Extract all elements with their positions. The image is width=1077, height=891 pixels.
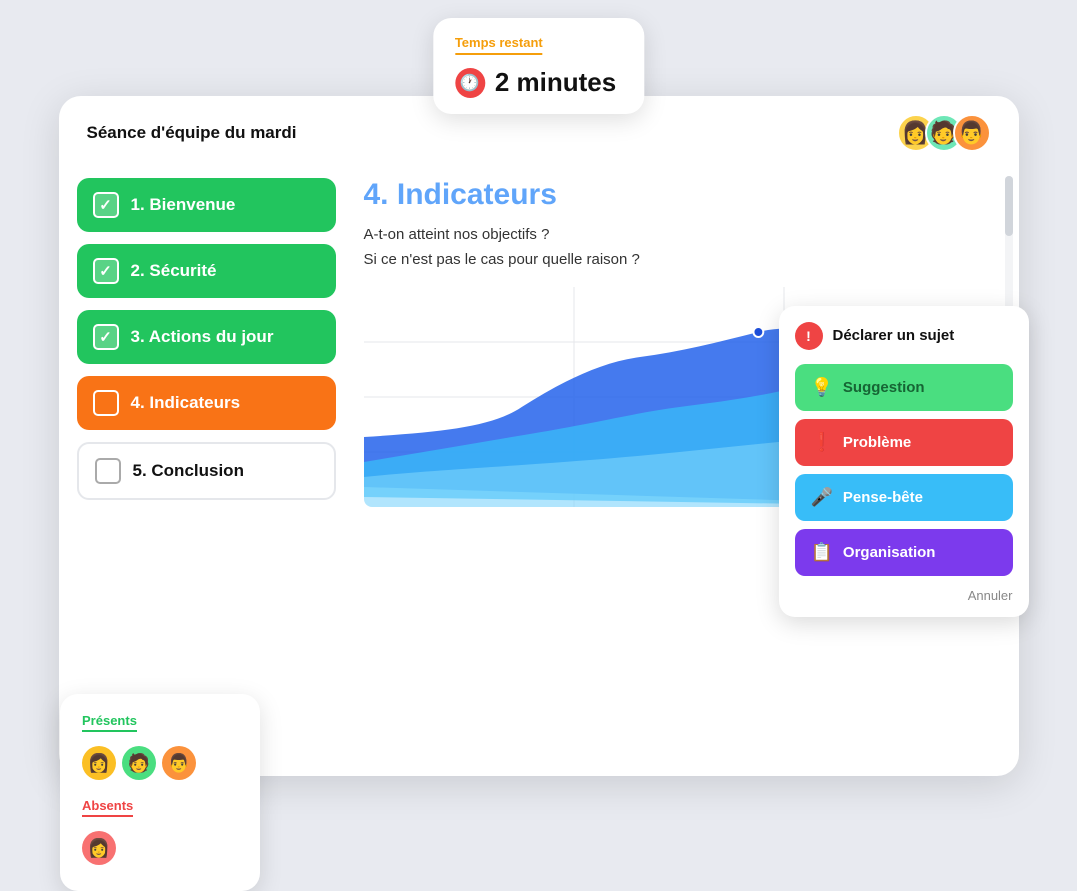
cancel-button[interactable]: Annuler <box>795 584 1013 603</box>
declare-icon: ! <box>795 322 823 350</box>
agenda-item-5[interactable]: 5. Conclusion <box>77 442 336 500</box>
timer-popup: Temps restant 🕐 2 minutes <box>433 18 644 114</box>
attendee-absent-row: 👩 <box>82 831 238 865</box>
avatar-present-2: 🧑 <box>122 746 156 780</box>
probleme-label: Problème <box>843 434 911 451</box>
organisation-button[interactable]: 📋 Organisation <box>795 529 1013 576</box>
declare-header: ! Déclarer un sujet <box>795 322 1013 350</box>
probleme-icon: ❗ <box>811 432 833 453</box>
avatar-present-3: 👨 <box>162 746 196 780</box>
agenda-label-3: 3. Actions du jour <box>131 327 274 347</box>
pensebete-icon: 🎤 <box>811 487 833 508</box>
timer-value: 2 minutes <box>495 67 616 98</box>
presents-label: Présents <box>82 713 137 732</box>
suggestion-button[interactable]: 💡 Suggestion <box>795 364 1013 411</box>
agenda-item-3[interactable]: ✓ 3. Actions du jour <box>77 310 336 364</box>
agenda-label-5: 5. Conclusion <box>133 461 244 481</box>
cancel-label: Annuler <box>968 588 1013 603</box>
agenda-item-1[interactable]: ✓ 1. Bienvenue <box>77 178 336 232</box>
suggestion-label: Suggestion <box>843 379 925 396</box>
attendee-present-row: 👩 🧑 👨 <box>82 746 238 780</box>
section-title: 4. Indicateurs <box>364 178 995 212</box>
check-icon-1: ✓ <box>93 192 119 218</box>
check-icon-2: ✓ <box>93 258 119 284</box>
agenda-label-2: 2. Sécurité <box>131 261 217 281</box>
session-title: Séance d'équipe du mardi <box>87 123 297 143</box>
avatar-3: 👨 <box>953 114 991 152</box>
suggestion-icon: 💡 <box>811 377 833 398</box>
timer-icon: 🕐 <box>455 68 485 98</box>
agenda-label-4: 4. Indicateurs <box>131 393 241 413</box>
scrollbar-thumb[interactable] <box>1005 176 1013 236</box>
agenda-label-1: 1. Bienvenue <box>131 195 236 215</box>
declare-title: Déclarer un sujet <box>833 327 955 344</box>
pensebete-label: Pense-bête <box>843 489 923 506</box>
check-icon-3: ✓ <box>93 324 119 350</box>
subject-popup: ! Déclarer un sujet 💡 Suggestion ❗ Probl… <box>779 306 1029 617</box>
organisation-icon: 📋 <box>811 542 833 563</box>
avatar-present-1: 👩 <box>82 746 116 780</box>
organisation-label: Organisation <box>843 544 936 561</box>
probleme-button[interactable]: ❗ Problème <box>795 419 1013 466</box>
agenda-item-2[interactable]: ✓ 2. Sécurité <box>77 244 336 298</box>
check-icon-5 <box>95 458 121 484</box>
question-2: Si ce n'est pas le cas pour quelle raiso… <box>364 247 995 273</box>
question-1: A-t-on atteint nos objectifs ? <box>364 222 995 248</box>
absents-label: Absents <box>82 798 133 817</box>
sidebar: ✓ 1. Bienvenue ✓ 2. Sécurité ✓ 3. Action… <box>59 168 354 772</box>
pensebete-button[interactable]: 🎤 Pense-bête <box>795 474 1013 521</box>
section-questions: A-t-on atteint nos objectifs ? Si ce n'e… <box>364 222 995 273</box>
attendees-popup: Présents 👩 🧑 👨 Absents 👩 <box>60 694 260 891</box>
avatars-row: 👩 🧑 👨 <box>897 114 991 152</box>
check-icon-4 <box>93 390 119 416</box>
avatar-absent-1: 👩 <box>82 831 116 865</box>
main-card: Séance d'équipe du mardi 👩 🧑 👨 ✓ 1. Bien… <box>59 96 1019 776</box>
agenda-item-4[interactable]: 4. Indicateurs <box>77 376 336 430</box>
timer-label: Temps restant <box>455 35 543 55</box>
